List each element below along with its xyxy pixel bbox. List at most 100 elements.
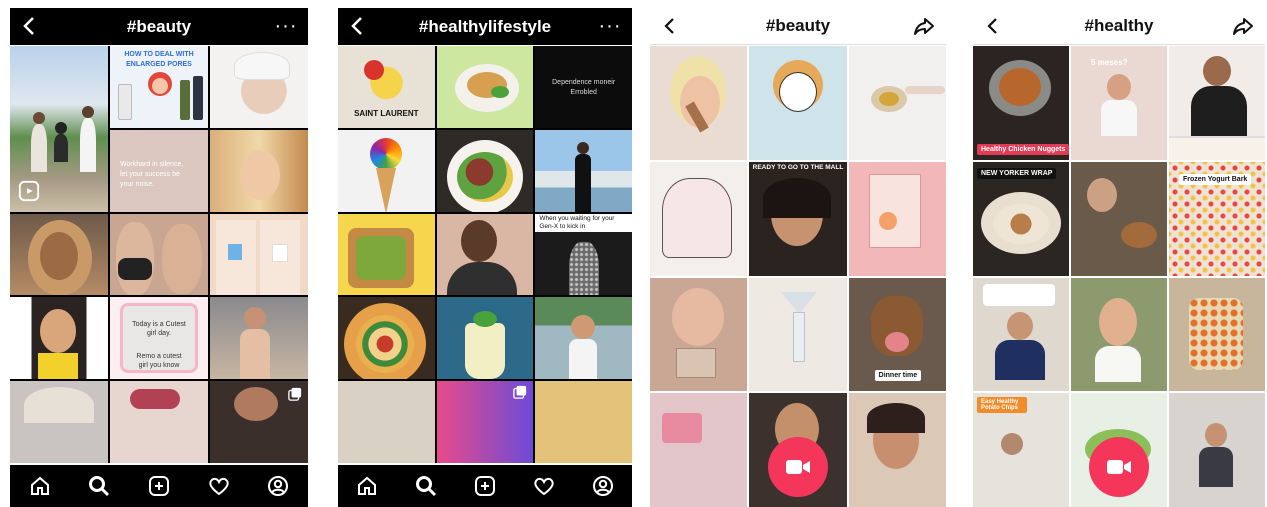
search-icon[interactable] (414, 474, 438, 498)
reels-icon (18, 180, 40, 201)
heart-icon[interactable] (532, 474, 556, 498)
brand-logo-text: SAINT LAURENT (354, 108, 419, 118)
grid-post-pizza[interactable] (338, 297, 435, 380)
header-bar: #healthy (973, 8, 1265, 45)
grid-video-sketch[interactable] (650, 161, 748, 276)
grid-video-pink-product[interactable] (650, 393, 748, 507)
grid-post-baby[interactable] (210, 46, 308, 128)
grid-video-gold-spoon[interactable] (848, 46, 946, 160)
quote-line-2: Remo a cutest girl you know (136, 353, 182, 370)
grid-video-woman-smile[interactable] (848, 393, 946, 507)
profile-icon[interactable] (591, 474, 615, 498)
grid-video-dog[interactable]: Dinner time (848, 277, 946, 392)
post-grid: HOW TO DEAL WITH ENLARGED PORES Workhard… (10, 46, 308, 463)
grid-post-yellow-top[interactable] (10, 297, 108, 380)
grid-post-ysl-drink[interactable]: SAINT LAURENT (338, 46, 435, 128)
grid-video-fruit-bag[interactable] (1169, 277, 1265, 392)
home-icon[interactable] (28, 474, 52, 498)
grid-video-mall-meme[interactable]: READY TO GO TO THE MALL (749, 161, 847, 276)
back-chevron-icon[interactable] (18, 14, 42, 38)
video-camera-icon (1107, 460, 1131, 474)
back-chevron-icon[interactable] (346, 14, 370, 38)
grid-post-quote-silence[interactable]: Workhard in silence, let your success be… (110, 129, 208, 212)
grid-post-salad[interactable] (436, 129, 534, 212)
video-camera-icon (786, 460, 810, 474)
grid-video-funnel[interactable] (749, 277, 847, 392)
video-tag: Dinner time (874, 369, 922, 381)
overlay-text: 5 meses? (1091, 58, 1128, 67)
grid-post-fruit[interactable] (535, 381, 632, 463)
grid-video-fitness[interactable]: 5 meses? (1071, 46, 1167, 160)
grid-video-kitchen-woman[interactable] (1169, 393, 1265, 507)
quote-text: Workhard in silence, let your success be… (120, 160, 184, 188)
grid-post-cutest-girl[interactable]: Today is a Cutest girl day. Remo a cutes… (110, 297, 208, 380)
grid-video-foundation[interactable] (650, 46, 748, 160)
back-chevron-icon[interactable] (981, 14, 1005, 38)
grid-post-mask[interactable] (110, 213, 208, 296)
grid-post-dark-quote[interactable]: Dependence moneir Errobled (535, 46, 632, 128)
hashtag-title: #healthylifestyle (418, 16, 552, 36)
quote-text: Dependence moneir Errobled (552, 79, 616, 96)
grid-video-peach-mask[interactable] (848, 161, 946, 276)
grid-post-pores-ad[interactable]: HOW TO DEAL WITH ENLARGED PORES (110, 46, 208, 128)
back-chevron-icon[interactable] (658, 14, 682, 38)
multi-photo-icon (288, 388, 302, 401)
grid-video-kitchen[interactable] (1071, 161, 1167, 276)
video-tag: Healthy Chicken Nuggets (977, 144, 1069, 155)
video-tag: Frozen Yogurt Bark (1179, 173, 1252, 185)
header-bar: #beauty ··· (10, 8, 308, 45)
record-button[interactable] (768, 437, 828, 497)
add-post-icon[interactable] (473, 474, 497, 498)
quote-line-1: Today is a Cutest girl day. (132, 321, 186, 338)
grid-post-lake-girl[interactable] (535, 297, 632, 380)
grid-post-blonde[interactable] (210, 129, 308, 212)
grid-video-palette[interactable] (650, 277, 748, 392)
meme-caption: READY TO GO TO THE MALL (752, 163, 844, 171)
grid-post-colorful[interactable] (436, 381, 534, 463)
grid-post-outfits[interactable] (210, 213, 308, 296)
record-button[interactable] (1089, 437, 1149, 497)
grid-post-lipstick[interactable] (110, 381, 208, 463)
grid-post-woman-glasses[interactable] (436, 213, 534, 296)
grid-video-guy-shirt[interactable] (973, 277, 1069, 392)
more-options-icon[interactable]: ··· (596, 14, 624, 38)
grid-video-yogurt-bark[interactable]: Frozen Yogurt Bark (1169, 161, 1265, 276)
more-options-icon[interactable]: ··· (272, 14, 300, 38)
grid-post-pancakes[interactable] (436, 46, 534, 128)
bottom-nav-bar (10, 465, 308, 507)
grid-post-bowl[interactable] (338, 381, 435, 463)
grid-video-woman-talking[interactable] (1071, 277, 1167, 392)
grid-video-chicken-nuggets[interactable]: Healthy Chicken Nuggets (973, 46, 1069, 160)
grid-post-street[interactable] (210, 297, 308, 380)
share-icon[interactable] (1229, 14, 1257, 38)
grid-video-potato-chips[interactable]: Easy Healthy Potato Chips (973, 393, 1069, 507)
ad-title: HOW TO DEAL WITH ENLARGED PORES (124, 51, 194, 68)
video-tag: Easy Healthy Potato Chips (977, 397, 1027, 414)
hashtag-title: #beauty (126, 16, 192, 36)
grid-post-blonde-2[interactable] (10, 381, 108, 463)
grid-video-cartoon[interactable] (749, 46, 847, 160)
search-icon[interactable] (87, 474, 111, 498)
grid-video-cooking-man[interactable] (1169, 46, 1265, 160)
grid-post-closeup[interactable] (210, 381, 308, 463)
grid-post-lake[interactable] (535, 129, 632, 212)
grid-post-family[interactable] (10, 46, 108, 212)
multi-photo-icon (513, 386, 527, 399)
heart-icon[interactable] (207, 474, 231, 498)
grid-post-smoothie[interactable] (436, 297, 534, 380)
instagram-healthylifestyle-panel: #healthylifestyle ··· SAINT LAURENT Depe… (338, 8, 632, 507)
hashtag-title: #beauty (765, 16, 831, 35)
share-icon[interactable] (910, 14, 938, 38)
home-icon[interactable] (355, 474, 379, 498)
grid-post-rainbow-cone[interactable] (338, 129, 435, 212)
hashtag-title: #healthy (1084, 16, 1154, 35)
profile-icon[interactable] (266, 474, 290, 498)
header-bar: #beauty (650, 8, 946, 45)
meme-caption: When you waiting for your Gen-X to kick … (535, 213, 632, 232)
grid-post-sequin-meme[interactable]: When you waiting for your Gen-X to kick … (535, 213, 632, 296)
grid-video-wrap[interactable]: NEW YORKER WRAP (973, 161, 1069, 276)
post-grid: SAINT LAURENT Dependence moneir Errobled (338, 46, 632, 463)
add-post-icon[interactable] (147, 474, 171, 498)
grid-post-avocado-toast[interactable] (338, 213, 435, 296)
grid-post-curly-hair[interactable] (10, 213, 108, 296)
